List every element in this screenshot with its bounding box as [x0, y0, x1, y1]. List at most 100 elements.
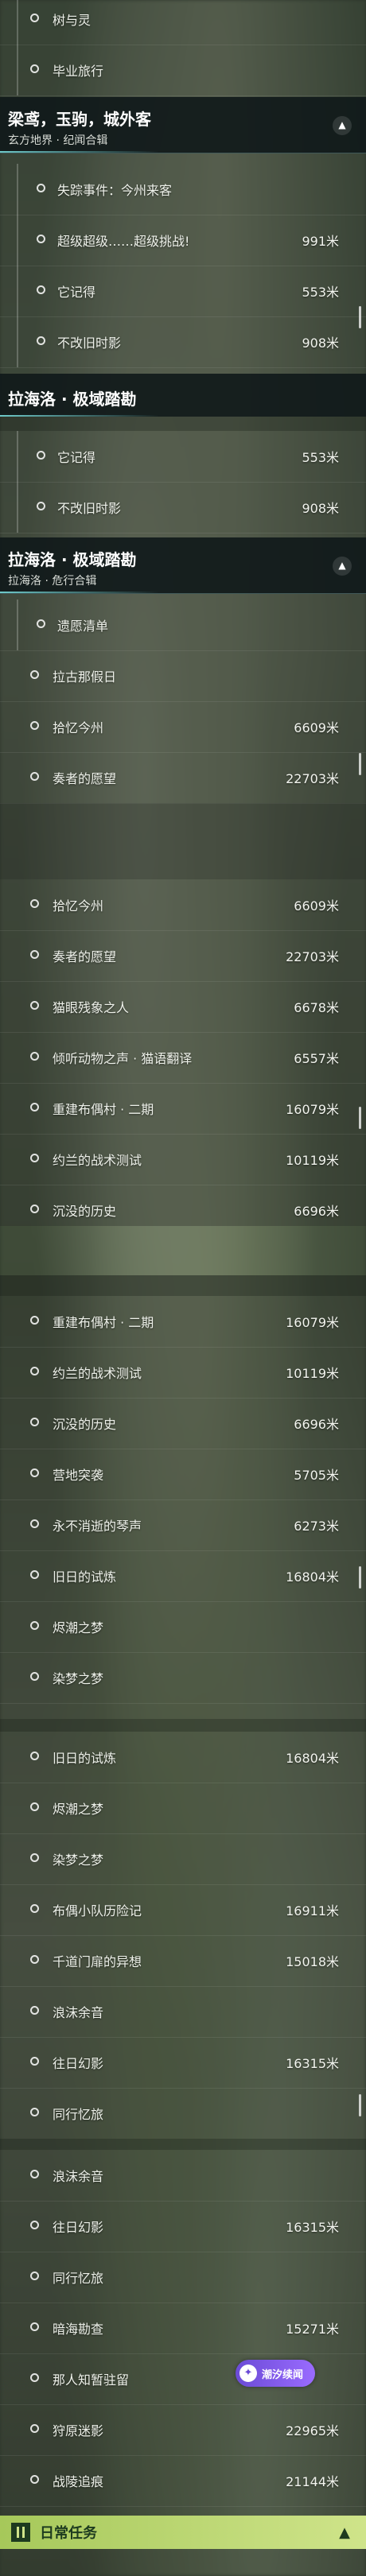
- quest-circle-icon: [30, 14, 39, 22]
- list-item[interactable]: 狩原迷影 22965米: [0, 2404, 366, 2456]
- list-item[interactable]: 约兰的战术测试 10119米: [0, 1347, 366, 1399]
- list-item[interactable]: 拾忆今州 6609米: [0, 879, 366, 931]
- quest-name: 猫眼残象之人: [53, 1000, 130, 1015]
- quest-distance: 6273米: [294, 1519, 339, 1534]
- list-item[interactable]: 遗愿清单: [0, 599, 366, 651]
- quest-circle-icon: [37, 619, 45, 628]
- quest-distance: 16079米: [286, 1102, 339, 1117]
- list-item[interactable]: 约兰的战术测试 10119米: [0, 1134, 366, 1185]
- quest-name: 往日幻影: [53, 2220, 104, 2235]
- quest-circle-icon: [30, 899, 39, 908]
- quest-distance: 22703米: [286, 771, 339, 786]
- quest-circle-icon: [30, 1418, 39, 1426]
- quest-name: 奏者的愿望: [53, 949, 117, 964]
- chevron-up-icon[interactable]: ▲: [333, 116, 352, 135]
- list-item[interactable]: 重建布偶村 · 二期 16079米: [0, 1296, 366, 1348]
- list-item[interactable]: 同行忆旅: [0, 2088, 366, 2139]
- list-item[interactable]: 不改旧时影 908米: [0, 316, 366, 368]
- list-item[interactable]: 毕业旅行: [0, 45, 366, 96]
- quest-circle-icon: [30, 1621, 39, 1630]
- list-item[interactable]: 超级超级……超级挑战! 991米: [0, 215, 366, 266]
- list-item[interactable]: 永不消逝的琴声 6273米: [0, 1499, 366, 1551]
- quest-distance: 22965米: [286, 2423, 339, 2438]
- list-item[interactable]: 暗海勘查 15271米: [0, 2302, 366, 2354]
- list-item[interactable]: 拉古那假日: [0, 650, 366, 702]
- quest-circle-icon: [30, 2322, 39, 2331]
- list-item[interactable]: 它记得 553米: [0, 431, 366, 483]
- list-item[interactable]: 千道门扉的异想 15018米: [0, 1935, 366, 1987]
- scrollbar[interactable]: [359, 306, 361, 328]
- quest-distance: 15018米: [286, 1954, 339, 1969]
- quest-group-header[interactable]: 拉海洛 · 极域踏勘: [0, 374, 366, 417]
- chevron-up-icon[interactable]: ▲: [339, 2524, 350, 2541]
- quest-name: 旧日的试炼: [53, 1569, 117, 1585]
- quest-group-header[interactable]: 拉海洛 · 极域踏勘 拉海洛 · 危行合辑 ▲: [0, 537, 366, 594]
- quest-name: 烬潮之梦: [53, 1620, 104, 1635]
- quest-distance: 553米: [302, 285, 339, 300]
- quest-name: 狩原迷影: [53, 2423, 104, 2438]
- list-item[interactable]: 染梦之梦: [0, 1652, 366, 1704]
- daily-tasks-header[interactable]: 日常任务 ▲: [0, 2516, 366, 2549]
- list-item[interactable]: 染梦之梦: [0, 1833, 366, 1885]
- list-item[interactable]: 烬潮之梦: [0, 1783, 366, 1834]
- quest-circle-icon: [30, 1052, 39, 1061]
- list-item[interactable]: 浪沫余音: [0, 2150, 366, 2202]
- list-item[interactable]: 往日幻影 16315米: [0, 2037, 366, 2089]
- quest-name: 它记得: [57, 285, 96, 300]
- quest-circle-icon: [30, 1672, 39, 1681]
- quest-name: 不改旧时影: [57, 336, 122, 351]
- quest-distance: 6557米: [294, 1051, 339, 1066]
- quest-circle-icon: [37, 451, 45, 460]
- list-item[interactable]: 旧日的试炼 16804米: [0, 1732, 366, 1783]
- list-item[interactable]: 往日幻影 16315米: [0, 2201, 366, 2252]
- quest-circle-icon: [30, 721, 39, 730]
- list-item[interactable]: 失踪事件：今州来客: [0, 164, 366, 215]
- list-item[interactable]: 同行忆旅: [0, 2252, 366, 2303]
- daily-task-icon: [11, 2523, 30, 2542]
- quest-circle-icon: [30, 2006, 39, 2015]
- scrollbar[interactable]: [359, 1566, 361, 1589]
- quest-circle-icon: [30, 670, 39, 679]
- quest-circle-icon: [37, 235, 45, 243]
- quest-name: 拾忆今州: [53, 720, 104, 735]
- chevron-up-icon[interactable]: ▲: [333, 557, 352, 576]
- quest-distance: 5705米: [294, 1468, 339, 1483]
- quest-circle-icon: [30, 2271, 39, 2280]
- quest-distance: 6609米: [294, 720, 339, 735]
- group-title: 拉海洛 · 极域踏勘: [8, 550, 137, 569]
- quest-name: 倾听动物之声 · 猫语翻译: [53, 1051, 193, 1066]
- list-item[interactable]: 奏者的愿望 22703米: [0, 930, 366, 982]
- quest-circle-icon: [30, 1853, 39, 1862]
- list-item[interactable]: 倾听动物之声 · 猫语翻译 6557米: [0, 1032, 366, 1084]
- list-item[interactable]: 重建布偶村 · 二期 16079米: [0, 1083, 366, 1135]
- quest-circle-icon: [30, 1519, 39, 1528]
- list-item[interactable]: 拾忆今州 6609米: [0, 701, 366, 753]
- quest-distance: 6696米: [294, 1417, 339, 1432]
- quest-circle-icon: [30, 2424, 39, 2433]
- list-item[interactable]: 营地突袭 5705米: [0, 1449, 366, 1500]
- quest-circle-icon: [30, 1955, 39, 1964]
- quest-name: 重建布偶村 · 二期: [53, 1315, 154, 1330]
- quest-circle-icon: [30, 1468, 39, 1477]
- quest-group-header[interactable]: 梁鸢，玉驹，城外客 玄方地界 · 纪闻合辑 ▲: [0, 97, 366, 153]
- quest-circle-icon: [30, 950, 39, 959]
- quest-name: 树与灵: [53, 13, 92, 28]
- quest-name: 那人知暂驻留: [53, 2372, 130, 2388]
- list-item[interactable]: 沉没的历史 6696米: [0, 1185, 366, 1226]
- quest-name: 浪沫余音: [53, 2005, 104, 2020]
- list-item[interactable]: 旧日的试炼 16804米: [0, 1550, 366, 1602]
- tidal-news-badge[interactable]: ✦ 潮汐续闻: [236, 2360, 315, 2387]
- quest-name: 奏者的愿望: [53, 771, 117, 786]
- list-item[interactable]: 不改旧时影 908米: [0, 482, 366, 533]
- list-item[interactable]: 浪沫余音: [0, 1986, 366, 2038]
- scrollbar[interactable]: [359, 1107, 361, 1129]
- list-item[interactable]: 猫眼残象之人 6678米: [0, 981, 366, 1033]
- quest-name: 布偶小队历险记: [53, 1903, 142, 1918]
- list-item[interactable]: 它记得 553米: [0, 266, 366, 317]
- list-item[interactable]: 战陵追痕 21144米: [0, 2455, 366, 2507]
- list-item[interactable]: 沉没的历史 6696米: [0, 1398, 366, 1449]
- list-item[interactable]: 布偶小队历险记 16911米: [0, 1884, 366, 1936]
- list-item[interactable]: 奏者的愿望 22703米: [0, 752, 366, 804]
- list-item[interactable]: 树与灵: [0, 0, 366, 45]
- list-item[interactable]: 烬潮之梦: [0, 1601, 366, 1653]
